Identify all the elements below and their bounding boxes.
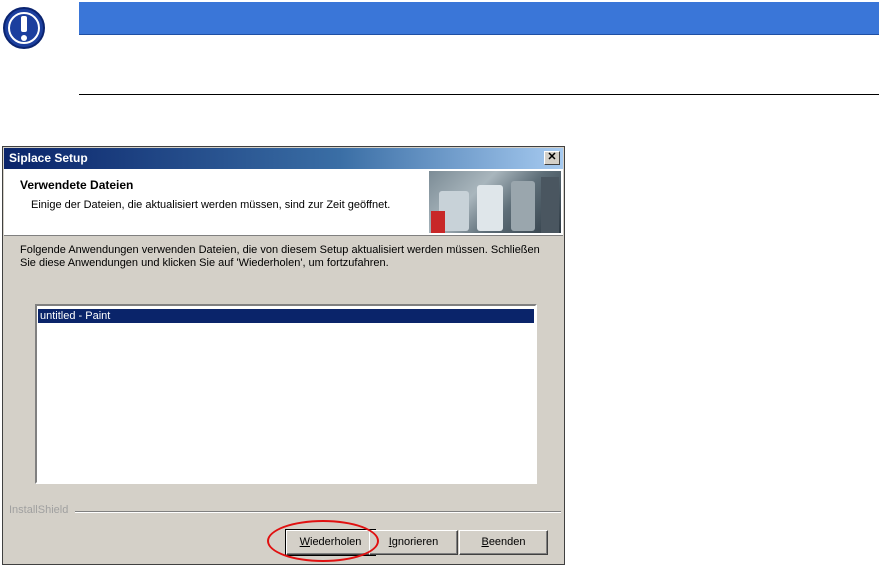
highlight-ellipse (267, 520, 379, 562)
setup-dialog: Siplace Setup ✕ Verwendete Dateien Einig… (2, 146, 565, 565)
note-header-bar (79, 2, 879, 35)
header-description: Einige der Dateien, die aktualisiert wer… (31, 199, 391, 211)
installshield-brand: InstallShield (9, 504, 69, 516)
close-button[interactable]: ✕ (544, 151, 560, 165)
list-item[interactable]: untitled - Paint (38, 309, 534, 323)
header-machine-image (429, 171, 561, 233)
header-panel: Verwendete Dateien Einige der Dateien, d… (4, 169, 563, 236)
footer-separator (75, 511, 561, 513)
close-icon: ✕ (547, 151, 557, 163)
window-title: Siplace Setup (9, 151, 88, 165)
title-bar[interactable]: Siplace Setup ✕ (4, 148, 563, 169)
header-title: Verwendete Dateien (20, 178, 134, 192)
note-divider (79, 94, 879, 95)
application-list[interactable]: untitled - Paint (35, 304, 537, 484)
quit-button[interactable]: Beenden (459, 530, 548, 555)
instruction-text: Folgende Anwendungen verwenden Dateien, … (20, 244, 540, 269)
exclamation-icon (3, 7, 45, 49)
ignore-button[interactable]: Ignorieren (369, 530, 458, 555)
